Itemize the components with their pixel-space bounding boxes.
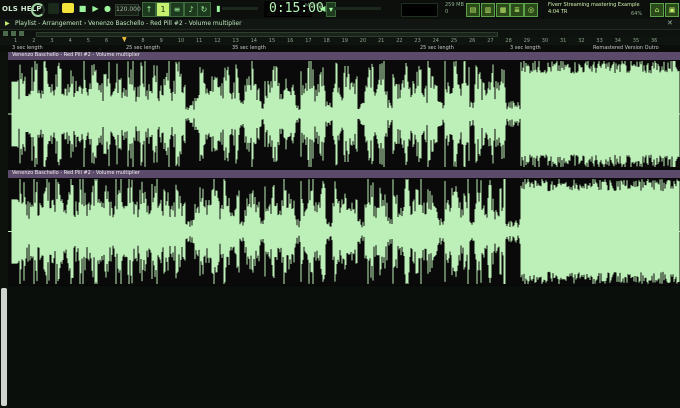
master-pitch-slider[interactable] xyxy=(335,7,381,10)
clip-header-2: Venenzo Baschello - Red Pill #2 - Volume… xyxy=(8,170,680,178)
ruler-bar-number: 12 xyxy=(214,38,221,44)
clip-title-1: Venenzo Baschello - Red Pill #2 - Volume… xyxy=(12,52,140,58)
marker-label[interactable]: 3 sec length xyxy=(12,45,43,51)
close-icon[interactable]: ✕ xyxy=(667,19,673,27)
ruler-bar-number: 31 xyxy=(560,38,567,44)
clip-header-1: Venenzo Baschello - Red Pill #2 - Volume… xyxy=(8,52,680,60)
pattern-song-toggle[interactable] xyxy=(62,3,74,13)
peak-meter xyxy=(401,3,438,17)
vertical-scrollbar[interactable] xyxy=(1,288,7,406)
hint-bar: Fiverr Streaming mastering Example 4:04 T… xyxy=(548,2,640,16)
channel-rack-icon[interactable]: ▦ xyxy=(496,3,510,17)
ruler-bar-number: 6 xyxy=(105,38,109,44)
marker-label[interactable]: 3 sec length xyxy=(510,45,541,51)
ruler-bar-number: 32 xyxy=(578,38,585,44)
ruler-bar-number: 28 xyxy=(505,38,512,44)
ruler-bar-number: 18 xyxy=(323,38,330,44)
news-icon[interactable]: ▣ xyxy=(665,3,679,17)
cpu: 0 xyxy=(445,9,449,15)
mixer-icon[interactable]: ≣ xyxy=(510,3,524,17)
playhead-marker-icon[interactable]: ▼ xyxy=(122,37,127,43)
ruler-bar-number: 3 xyxy=(50,38,54,44)
stop-icon[interactable]: ■ xyxy=(78,4,87,13)
waveform-1 xyxy=(8,61,680,167)
ruler-bar-number: 14 xyxy=(250,38,257,44)
ruler-bar-number: 17 xyxy=(305,38,312,44)
master-volume-knob[interactable] xyxy=(31,3,45,17)
ruler-bar-number: 27 xyxy=(487,38,494,44)
toolbar: OLS HELP ■ ▶ ● 120.000 ↑ 1 ≡ ♪ ↻ ▮ 0:15:… xyxy=(0,0,680,20)
record-mode-icon[interactable] xyxy=(48,3,59,14)
ruler-bar-number: 5 xyxy=(86,38,90,44)
ruler-bar-number: 30 xyxy=(541,38,549,44)
system-info: 259 MB 0 xyxy=(445,2,464,16)
browser-icon[interactable]: ◎ xyxy=(524,3,538,17)
snap-tool-icon[interactable] xyxy=(3,31,8,36)
step-icon[interactable]: ≡ xyxy=(170,2,184,17)
ruler-bar-number: 24 xyxy=(432,38,439,44)
playlist-icon[interactable]: ▤ xyxy=(466,3,480,17)
empty-playlist-area[interactable] xyxy=(8,286,680,408)
snap-icon[interactable]: ↑ xyxy=(142,2,156,17)
playlist-menu-icon[interactable]: ▶ xyxy=(5,20,10,27)
ruler-bar-number: 33 xyxy=(596,38,603,44)
audio-clip-2[interactable]: Venenzo Baschello - Red Pill #2 - Volume… xyxy=(8,170,680,285)
ruler-bar-number: 10 xyxy=(177,38,185,44)
play-icon[interactable]: ▶ xyxy=(91,4,100,13)
ruler-bar-number: 15 xyxy=(268,38,276,44)
playlist-header: ▶ Playlist - Arrangement › Venenzo Basch… xyxy=(0,19,680,30)
record-icon[interactable]: ● xyxy=(103,4,112,13)
draw-tool-icon[interactable] xyxy=(11,31,16,36)
ruler-bar-number: 29 xyxy=(523,38,530,44)
ruler-bar-number: 26 xyxy=(469,38,476,44)
waveform-2 xyxy=(8,179,680,284)
marker-label[interactable]: 35 sec length xyxy=(232,45,266,51)
ruler-bar-number: 25 xyxy=(450,38,458,44)
marker-label[interactable]: Remastered Version Outro xyxy=(593,45,659,51)
ruler-bar-number: 19 xyxy=(341,38,348,44)
audio-clip-1[interactable]: Venenzo Baschello - Red Pill #2 - Volume… xyxy=(8,52,680,168)
loop-record-icon[interactable]: ↻ xyxy=(197,2,211,17)
ruler-bar-number: 22 xyxy=(396,38,403,44)
ruler-bar-number: 35 xyxy=(632,38,640,44)
pattern-number[interactable]: 1 xyxy=(156,2,170,17)
online-icon[interactable]: ⌂ xyxy=(650,3,664,17)
marker-bar: 3 sec length 25 sec length 35 sec length 25… xyxy=(0,45,680,52)
cpu-percent: 64% xyxy=(631,11,643,17)
ruler-bar-number: 23 xyxy=(414,38,421,44)
ruler-bar-number: 8 xyxy=(141,38,145,44)
ruler-bar-number: 4 xyxy=(68,38,72,44)
ruler-bar-number: 34 xyxy=(614,38,621,44)
marker-label[interactable]: 25 sec length xyxy=(126,45,160,51)
clip-title-2: Venenzo Baschello - Red Pill #2 - Volume… xyxy=(12,170,140,176)
ruler-bar-number: 13 xyxy=(232,38,239,44)
tempo-display[interactable]: 120.000 xyxy=(115,4,141,16)
paint-tool-icon[interactable] xyxy=(19,31,24,36)
playlist-title: Playlist - Arrangement › Venenzo Baschel… xyxy=(15,20,242,27)
ruler-bar-number: 20 xyxy=(359,38,367,44)
ruler-bar-number: 16 xyxy=(287,38,294,44)
main-pitch-slider[interactable] xyxy=(222,7,258,10)
ruler-bar-number: 2 xyxy=(32,38,36,44)
marker-label[interactable]: 25 sec length xyxy=(420,45,454,51)
ruler-bar-number: 36 xyxy=(651,38,658,44)
piano-roll-icon[interactable]: ▥ xyxy=(481,3,495,17)
ruler-bar-number: 11 xyxy=(196,38,203,44)
ruler-bar-number: 21 xyxy=(378,38,385,44)
ruler-bar-number: 1 xyxy=(14,38,18,44)
ruler-bar-number: 9 xyxy=(159,38,163,44)
metronome-icon[interactable]: ♪ xyxy=(184,2,198,17)
hint-line1: Fiverr Streaming mastering Example xyxy=(548,2,640,8)
hint-line2: 4:04 TR xyxy=(548,9,568,15)
memory: 259 MB xyxy=(445,2,464,8)
